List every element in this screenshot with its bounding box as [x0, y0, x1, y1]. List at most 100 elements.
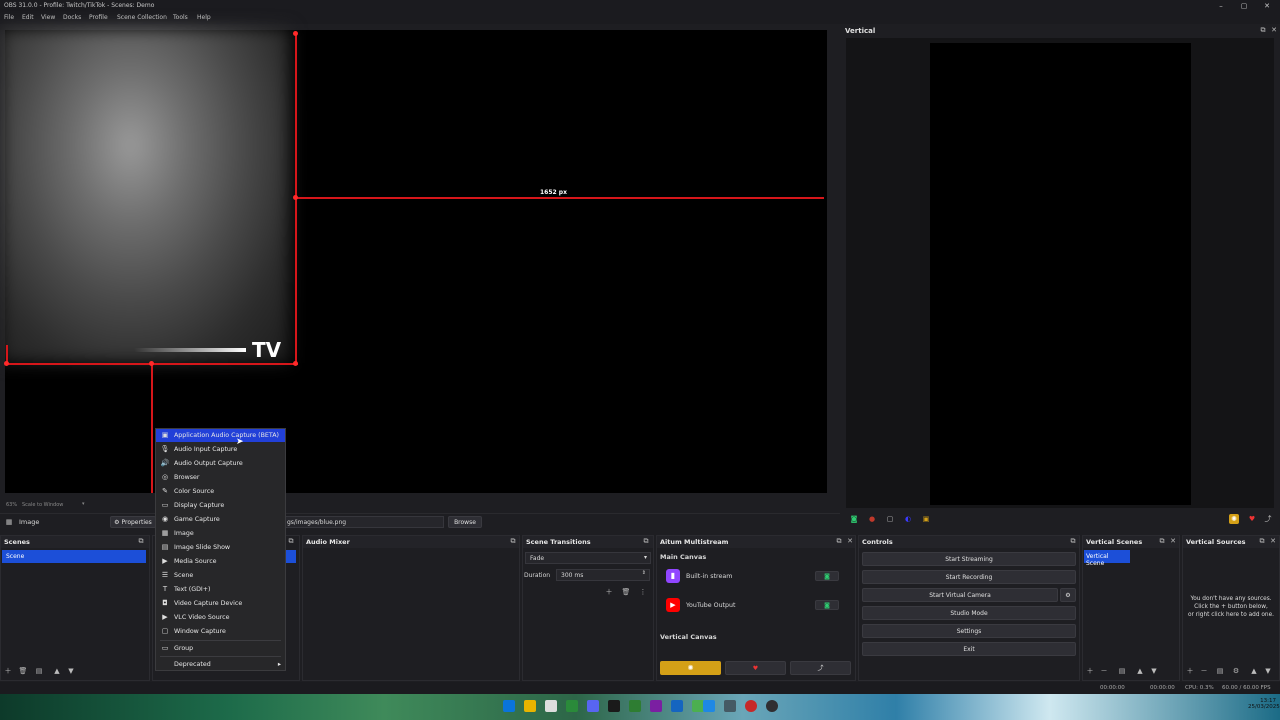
menu-docks[interactable]: Docks — [63, 14, 81, 21]
resize-handle[interactable] — [293, 361, 298, 366]
record-icon[interactable]: ● — [867, 514, 877, 524]
down-icon[interactable]: ▼ — [66, 666, 76, 676]
float-icon[interactable]: ⧉ — [1068, 536, 1078, 546]
backtrack-icon[interactable]: ▣ — [921, 514, 931, 524]
settings-button[interactable]: Settings — [862, 624, 1076, 638]
more-icon[interactable]: ⋮ — [638, 587, 648, 597]
chevron-down-icon[interactable]: ▾ — [82, 501, 85, 507]
up-icon[interactable]: ▲ — [52, 666, 62, 676]
close-icon[interactable]: ✕ — [1168, 536, 1178, 546]
close-icon[interactable]: ✕ — [1268, 536, 1278, 546]
menu-item-color-source[interactable]: ✎ Color Source — [156, 485, 285, 498]
menu-item-audio-input-capture[interactable]: 🎙 Audio Input Capture — [156, 443, 285, 456]
heart-icon[interactable]: ♥ — [725, 661, 786, 675]
add-icon[interactable]: ＋ — [3, 666, 13, 676]
app-icon[interactable] — [566, 700, 578, 712]
file-explorer-icon[interactable] — [524, 700, 536, 712]
app-icon[interactable] — [650, 700, 662, 712]
browse-button[interactable]: Browse — [448, 516, 482, 528]
scene-item[interactable]: Scene — [2, 550, 146, 563]
scale-mode[interactable]: Scale to Window — [22, 502, 63, 508]
menu-item-vlc-video-source[interactable]: ▶ VLC Video Source — [156, 611, 285, 624]
properties-button[interactable]: ⚙ Properties — [110, 516, 156, 528]
float-icon[interactable]: ⧉ — [641, 536, 651, 546]
add-icon[interactable]: ＋ — [604, 587, 614, 597]
duration-spinbox[interactable]: 300 ms ⇕ — [556, 569, 650, 581]
minimize-button[interactable]: – — [1214, 1, 1228, 11]
close-icon[interactable]: ✕ — [845, 536, 855, 546]
resize-handle[interactable] — [293, 195, 298, 200]
menu-profile[interactable]: Profile — [89, 14, 108, 21]
float-icon[interactable]: ⧉ — [1258, 25, 1268, 35]
up-icon[interactable]: ▲ — [1135, 666, 1145, 676]
app-icon[interactable] — [703, 700, 715, 712]
menu-item-media-source[interactable]: ▶ Media Source — [156, 555, 285, 568]
app-icon[interactable] — [724, 700, 736, 712]
obs-icon[interactable] — [766, 700, 778, 712]
stream-toggle-button[interactable]: ◙ — [815, 571, 839, 581]
down-icon[interactable]: ▼ — [1149, 666, 1159, 676]
transition-select[interactable]: Fade ▾ — [525, 552, 651, 564]
remove-icon[interactable]: － — [1199, 666, 1209, 676]
float-icon[interactable]: ⧉ — [1157, 536, 1167, 546]
trash-icon[interactable]: 🗑 — [621, 587, 631, 597]
add-icon[interactable]: ＋ — [1085, 666, 1095, 676]
resize-handle[interactable] — [149, 361, 154, 366]
float-icon[interactable]: ⧉ — [834, 536, 844, 546]
replay-icon[interactable]: ◐ — [903, 514, 913, 524]
menu-item-text-gdi[interactable]: T Text (GDI+) — [156, 583, 285, 596]
vertical-canvas[interactable] — [930, 43, 1191, 505]
menu-item-window-capture[interactable]: ▢ Window Capture — [156, 625, 285, 638]
resize-handle[interactable] — [4, 361, 9, 366]
menu-item-group[interactable]: ▭ Group — [156, 642, 285, 655]
start-virtual-camera-button[interactable]: Start Virtual Camera — [862, 588, 1058, 602]
resize-handle[interactable] — [293, 31, 298, 36]
empty-sources-message[interactable]: You don't have any sources. Click the + … — [1184, 595, 1278, 619]
add-icon[interactable]: ＋ — [1185, 666, 1195, 676]
spin-arrows-icon[interactable]: ⇕ — [642, 570, 646, 576]
app-icon[interactable] — [545, 700, 557, 712]
float-icon[interactable]: ⧉ — [508, 536, 518, 546]
source-item-selected[interactable] — [286, 550, 296, 563]
menu-item-audio-output-capture[interactable]: 🔊 Audio Output Capture — [156, 457, 285, 470]
start-icon[interactable] — [503, 700, 515, 712]
file-path-field[interactable]: gs/images/blue.png — [284, 516, 444, 528]
share-icon[interactable]: ⤴ — [1263, 514, 1273, 524]
menu-item-scene[interactable]: ☰ Scene — [156, 569, 285, 582]
menu-scene-collection[interactable]: Scene Collection — [117, 14, 167, 21]
float-icon[interactable]: ⧉ — [1257, 536, 1267, 546]
filter-icon[interactable]: ▤ — [1215, 666, 1225, 676]
menu-item-browser[interactable]: ◎ Browser — [156, 471, 285, 484]
menu-item-video-capture-device[interactable]: ◘ Video Capture Device — [156, 597, 285, 610]
menu-item-game-capture[interactable]: ◉ Game Capture — [156, 513, 285, 526]
share-icon[interactable]: ⤴ — [790, 661, 851, 675]
gear-icon[interactable]: ⚙ — [1060, 588, 1076, 602]
down-icon[interactable]: ▼ — [1263, 666, 1273, 676]
menu-file[interactable]: File — [4, 14, 14, 21]
stream-icon[interactable]: ◙ — [849, 514, 859, 524]
float-icon[interactable]: ⧉ — [136, 536, 146, 546]
maximize-button[interactable]: ▢ — [1237, 1, 1251, 11]
settings-icon[interactable]: ✺ — [660, 661, 721, 675]
menu-item-display-capture[interactable]: ▭ Display Capture — [156, 499, 285, 512]
start-streaming-button[interactable]: Start Streaming — [862, 552, 1076, 566]
taskbar-clock[interactable]: 13:17 25/03/2025 — [1248, 698, 1280, 710]
close-button[interactable]: ✕ — [1260, 1, 1274, 11]
trash-icon[interactable]: 🗑 — [18, 666, 28, 676]
app-icon[interactable] — [629, 700, 641, 712]
menu-tools[interactable]: Tools — [173, 14, 188, 21]
menu-help[interactable]: Help — [197, 14, 211, 21]
close-icon[interactable]: ✕ — [1269, 25, 1279, 35]
stream-toggle-button[interactable]: ◙ — [815, 600, 839, 610]
float-icon[interactable]: ⧉ — [286, 536, 296, 546]
settings-icon[interactable]: ✺ — [1229, 514, 1239, 524]
app-icon[interactable] — [745, 700, 757, 712]
exit-button[interactable]: Exit — [862, 642, 1076, 656]
menu-item-image-slide-show[interactable]: ▤ Image Slide Show — [156, 541, 285, 554]
studio-mode-button[interactable]: Studio Mode — [862, 606, 1076, 620]
filter-icon[interactable]: ▤ — [34, 666, 44, 676]
menu-view[interactable]: View — [41, 14, 55, 21]
filter-icon[interactable]: ▤ — [1117, 666, 1127, 676]
gear-icon[interactable]: ⚙ — [1231, 666, 1241, 676]
vertical-scene-item[interactable]: Vertical Scene — [1084, 550, 1130, 567]
